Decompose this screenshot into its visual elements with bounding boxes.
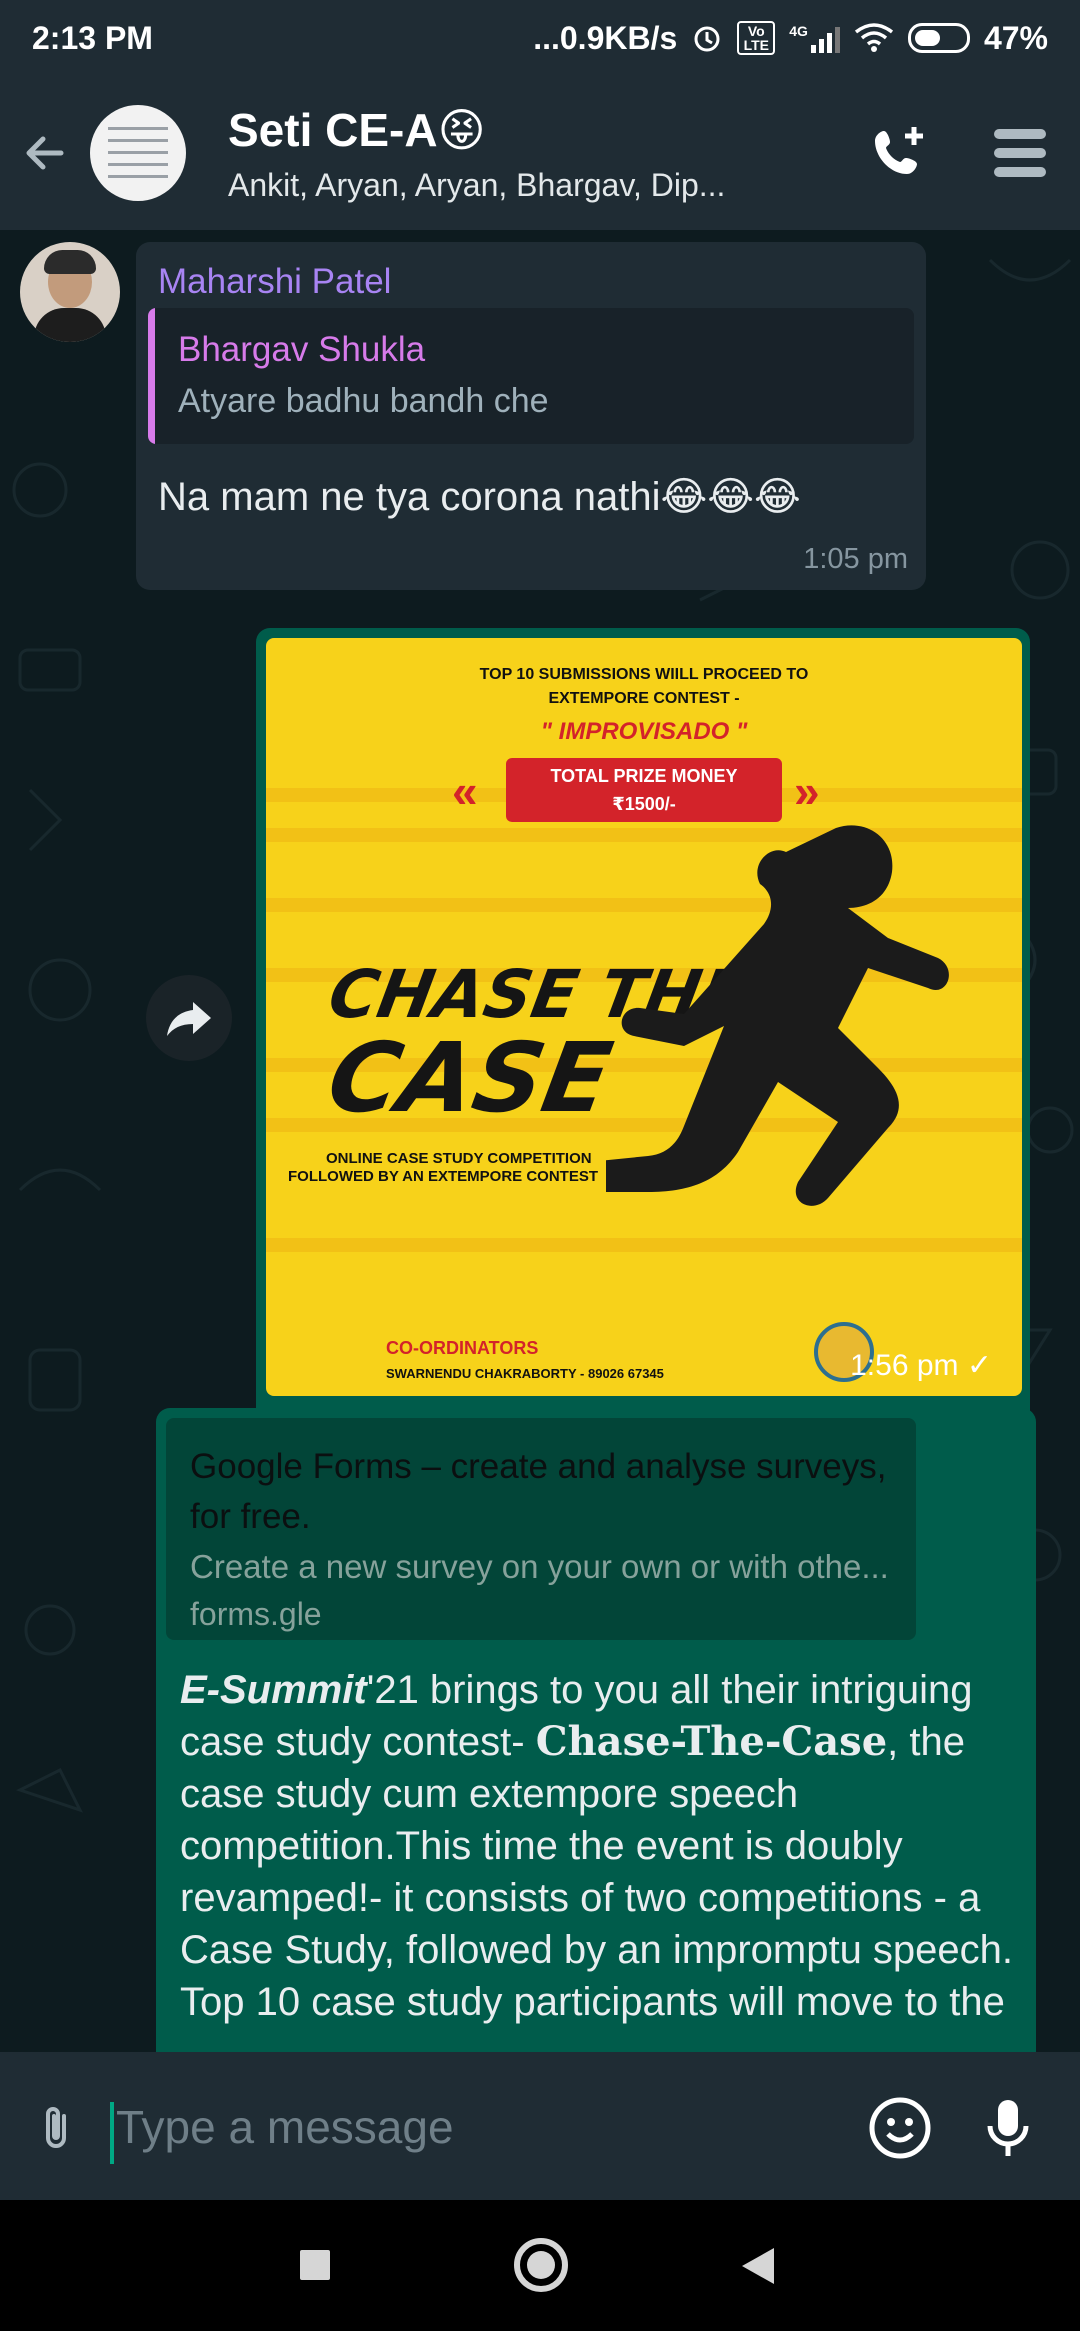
poster-sub2: FOLLOWED BY AN EXTEMPORE CONTEST xyxy=(288,1168,599,1185)
bold-serif-text: Chase-The-Case xyxy=(535,1718,888,1765)
sent-check-icon: ✓ xyxy=(966,1349,992,1382)
image-time: 1:56 pm ✓ xyxy=(850,1349,992,1382)
chat-header: Seti CE-A😝 Ankit, Aryan, Aryan, Bhargav,… xyxy=(0,76,1080,230)
message-time: 1:05 pm xyxy=(803,543,908,575)
link-preview[interactable]: Google Forms – create and analyse survey… xyxy=(166,1418,916,1640)
message-input[interactable]: Type a message xyxy=(116,2100,454,2154)
chat-area[interactable]: Maharshi Patel Bhargav Shukla Atyare bad… xyxy=(0,230,1080,2052)
chat-title: Seti CE-A😝 xyxy=(228,103,486,156)
wifi-icon xyxy=(854,23,894,52)
status-icons: ...0.9KB/s Vo LTE 4G 47% xyxy=(533,20,1048,57)
poster-title-2: CASE xyxy=(320,1022,620,1134)
message-sender[interactable]: Maharshi Patel xyxy=(158,262,391,302)
alarm-icon xyxy=(694,26,720,52)
volte-icon: Vo LTE xyxy=(737,21,776,55)
chat-info[interactable]: Seti CE-A😝 Ankit, Aryan, Aryan, Bhargav,… xyxy=(228,103,840,204)
chat-participants: Ankit, Aryan, Aryan, Bhargav, Dip... xyxy=(228,166,726,203)
nav-back-button[interactable] xyxy=(742,2248,774,2284)
link-preview-url: forms.gle xyxy=(190,1596,322,1632)
message-text: Na mam ne tya corona nathi😂😂😂 xyxy=(158,475,801,519)
mic-button[interactable] xyxy=(968,2088,1048,2168)
mic-icon xyxy=(987,2100,1029,2156)
poster-improvisado: " IMPROVISADO " xyxy=(540,718,748,745)
incoming-message[interactable]: Maharshi Patel Bhargav Shukla Atyare bad… xyxy=(136,242,926,590)
add-call-icon xyxy=(875,127,923,174)
message-body: E-Summit'21 brings to you all their intr… xyxy=(180,1668,1014,2024)
poster-coordinators: CO-ORDINATORS xyxy=(386,1338,539,1358)
text-cursor xyxy=(110,2102,114,2164)
runner-silhouette xyxy=(606,825,949,1206)
battery-icon xyxy=(907,23,970,53)
poster-coordinator-name: SWARNENDU CHAKRABORTY - 89026 67345 xyxy=(386,1366,664,1381)
chevron-left-icon: « xyxy=(452,765,478,817)
title-emoji: 😝 xyxy=(437,103,486,156)
arrow-left-icon xyxy=(26,136,64,170)
battery-level: 47% xyxy=(983,19,1048,56)
poster-sub1: ONLINE CASE STUDY COMPETITION xyxy=(326,1150,592,1167)
quoted-message[interactable]: Bhargav Shukla Atyare badhu bandh che xyxy=(148,308,914,444)
group-avatar[interactable] xyxy=(90,105,186,201)
poster-line1: TOP 10 SUBMISSIONS WIILL PROCEED TO xyxy=(479,666,809,683)
status-bar: 2:13 PM ...0.9KB/s Vo LTE 4G 47% xyxy=(0,0,1080,76)
recents-button[interactable] xyxy=(300,2250,330,2280)
paperclip-icon xyxy=(46,2107,66,2148)
forward-icon xyxy=(167,1002,211,1036)
poster-image[interactable]: TOP 10 SUBMISSIONS WIILL PROCEED TO EXTE… xyxy=(266,638,1022,1396)
signal-icon: 4G xyxy=(789,23,840,53)
link-preview-description: Create a new survey on your own or with … xyxy=(190,1548,889,1585)
sender-avatar[interactable] xyxy=(20,242,120,342)
add-call-button[interactable] xyxy=(840,76,960,230)
emoji-button[interactable] xyxy=(860,2088,940,2168)
forward-button[interactable] xyxy=(146,975,232,1061)
quoted-text: Atyare badhu bandh che xyxy=(178,382,549,420)
menu-button[interactable] xyxy=(960,76,1080,230)
network-type: 4G xyxy=(789,23,808,39)
poster-line2: EXTEMPORE CONTEST - xyxy=(548,690,740,707)
link-preview-title: Google Forms – create and analyse survey… xyxy=(190,1447,887,1536)
menu-icon xyxy=(994,129,1046,177)
home-button[interactable] xyxy=(514,2238,568,2292)
attach-button[interactable] xyxy=(20,2092,92,2164)
system-nav-bar xyxy=(0,2200,1080,2331)
quoted-sender: Bhargav Shukla xyxy=(178,330,426,369)
bold-italic-text: E-Summit xyxy=(180,1668,367,1712)
back-button[interactable] xyxy=(0,76,90,230)
emoji-icon xyxy=(869,2097,931,2159)
outgoing-link-message[interactable]: Google Forms – create and analyse survey… xyxy=(156,1408,1036,2052)
network-speed: ...0.9KB/s xyxy=(533,19,678,56)
message-input-bar: Type a message xyxy=(0,2052,1080,2200)
status-time: 2:13 PM xyxy=(32,19,153,56)
